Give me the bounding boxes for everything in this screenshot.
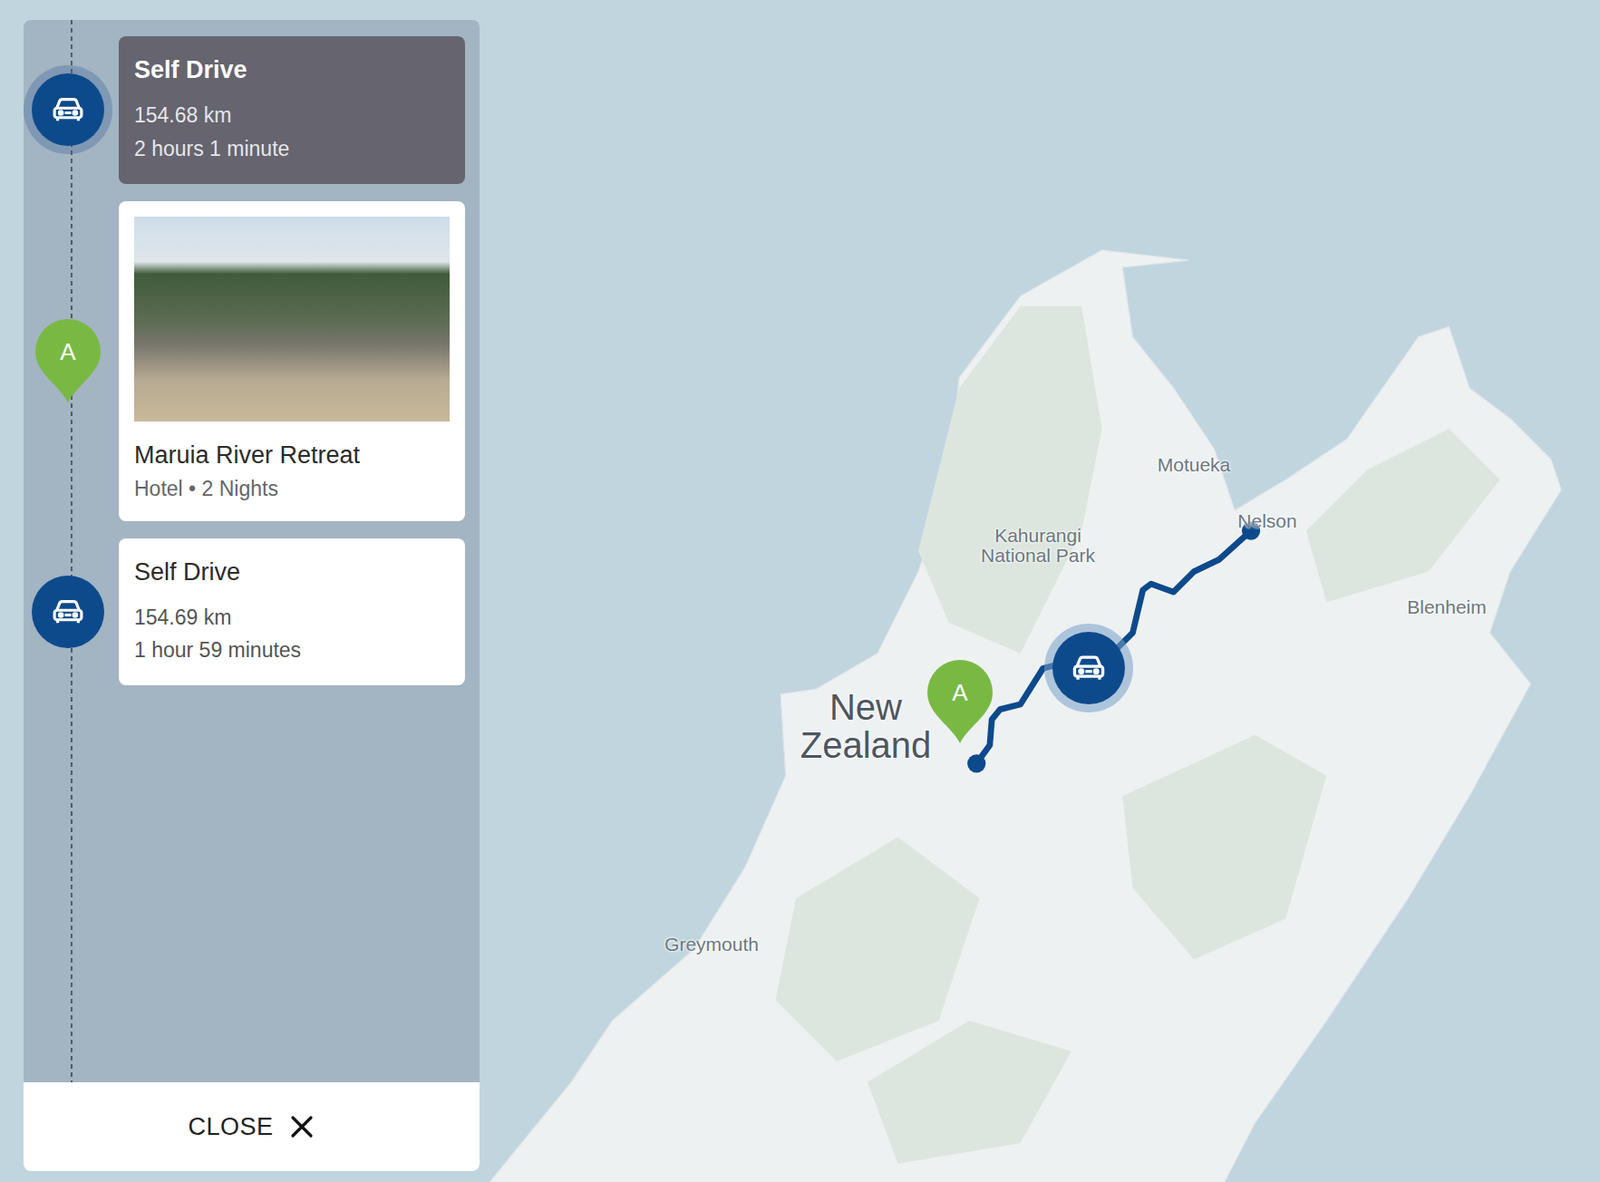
drive-distance: 154.69 km <box>134 601 450 635</box>
route-start-dot <box>967 754 986 773</box>
hotel-photo <box>134 216 450 422</box>
park-area <box>867 1020 1072 1164</box>
svg-text:A: A <box>951 678 969 707</box>
drive-badge <box>31 575 105 649</box>
hotel-card[interactable]: Maruia River Retreat Hotel • 2 Nights <box>118 201 466 522</box>
drive-title: Self Drive <box>134 558 450 587</box>
timeline-marker <box>23 73 119 146</box>
map-label: Nelson <box>1237 511 1297 532</box>
timeline-marker <box>23 575 119 649</box>
map-label: Blenheim <box>1406 597 1487 618</box>
car-icon <box>1068 648 1109 689</box>
land <box>489 250 1562 1182</box>
itinerary-row: A Maruia River Retreat Hotel • 2 Nights <box>23 201 480 522</box>
map-pin-icon: A <box>923 658 997 746</box>
park-area <box>1122 735 1327 960</box>
hotel-subtitle: Hotel • 2 Nights <box>134 476 450 502</box>
park-area <box>1306 428 1501 602</box>
close-button[interactable]: CLOSE <box>23 1082 480 1172</box>
map-vehicle-marker[interactable] <box>1052 631 1125 705</box>
drive-duration: 2 hours 1 minute <box>134 132 450 166</box>
itinerary-panel: Self Drive 154.68 km2 hours 1 minute A Maru… <box>23 19 480 1172</box>
map-label: Motueka <box>1157 455 1232 476</box>
drive-duration: 1 hour 59 minutes <box>134 633 450 668</box>
map-label: Kahurangi National Park <box>980 525 1096 566</box>
drive-distance: 154.68 km <box>134 98 450 133</box>
map-label: Greymouth <box>664 934 759 955</box>
map-label: New Zealand <box>800 688 932 765</box>
itinerary-row: Self Drive 154.68 km2 hours 1 minute <box>23 36 480 185</box>
park-area <box>775 836 980 1062</box>
timeline-marker: A <box>23 317 119 405</box>
park-area <box>918 306 1103 654</box>
car-icon <box>48 592 88 631</box>
drive-card[interactable]: Self Drive 154.68 km2 hours 1 minute <box>118 36 466 185</box>
drive-card[interactable]: Self Drive 154.69 km1 hour 59 minutes <box>118 538 466 687</box>
drive-badge <box>31 73 105 146</box>
car-icon <box>48 90 88 129</box>
map-hotel-marker[interactable]: A <box>923 658 997 749</box>
itinerary-list: Self Drive 154.68 km2 hours 1 minute A Maru… <box>23 19 480 1083</box>
route-line <box>976 531 1251 765</box>
drive-title: Self Drive <box>134 56 450 85</box>
itinerary-row: Self Drive 154.69 km1 hour 59 minutes <box>23 538 480 687</box>
svg-text:A: A <box>59 338 77 366</box>
close-icon <box>288 1113 316 1141</box>
hotel-name: Maruia River Retreat <box>134 441 450 470</box>
hotel-pin-icon: A <box>31 317 105 405</box>
itinerary-map-page: Motueka Kahurangi National Park Nelson Blen… <box>0 0 1600 1182</box>
